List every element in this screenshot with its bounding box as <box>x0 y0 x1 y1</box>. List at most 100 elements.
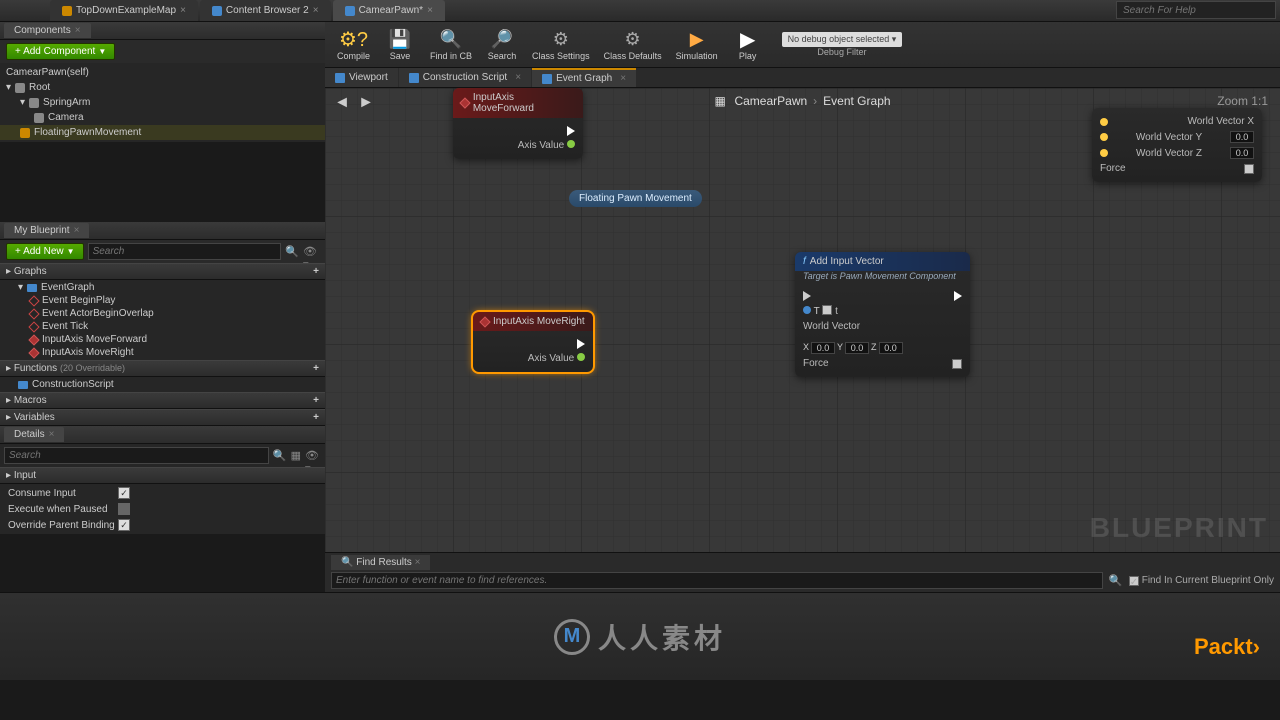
footer: M 人人素材 Packt› <box>0 592 1280 680</box>
event-tick[interactable]: Event Tick <box>0 320 325 333</box>
checkbox[interactable]: ✓ <box>118 519 130 531</box>
variables-header[interactable]: ▸ Variables+ <box>0 409 325 426</box>
event-moveright[interactable]: InputAxis MoveRight <box>0 346 325 359</box>
tab-construction[interactable]: Construction Script× <box>399 68 531 87</box>
input-section-header[interactable]: ▸ Input <box>0 467 325 484</box>
nav-forward-button[interactable]: ► <box>357 94 375 112</box>
component-floatingpawn[interactable]: FloatingPawnMovement <box>0 125 325 140</box>
add-macro-button[interactable]: + <box>313 395 319 406</box>
close-icon[interactable]: × <box>313 5 319 16</box>
node-addvector-upper[interactable]: World Vector X World Vector Y World Vect… <box>1092 108 1262 182</box>
find-input[interactable] <box>331 572 1103 589</box>
checkbox[interactable] <box>118 503 130 515</box>
tab-viewport[interactable]: Viewport <box>325 68 398 87</box>
prop-consume-input: Consume Input✓ <box>0 485 325 501</box>
node-floating-pawn-ref[interactable]: Floating Pawn Movement <box>569 190 702 207</box>
close-icon[interactable]: × <box>74 225 80 236</box>
search-icon[interactable]: 🔍 <box>273 449 287 463</box>
checkbox[interactable] <box>952 359 962 369</box>
add-function-button[interactable]: + <box>313 363 319 374</box>
checkbox[interactable]: ✓ <box>118 487 130 499</box>
compile-button[interactable]: ⚙?Compile <box>331 24 376 65</box>
search-icon[interactable]: 🔍 <box>1109 574 1123 588</box>
myblueprint-search[interactable] <box>88 243 281 260</box>
vector-pin[interactable] <box>1100 133 1108 141</box>
graph-icon <box>27 284 37 292</box>
play-button[interactable]: ▶Play <box>726 24 770 65</box>
find-scope-toggle[interactable]: ✓Find In Current Blueprint Only <box>1129 575 1274 586</box>
prop-execute-paused: Execute when Paused <box>0 501 325 517</box>
target-pin[interactable] <box>803 306 811 314</box>
exec-pin-in[interactable] <box>803 291 811 301</box>
add-component-button[interactable]: + Add Component▼ <box>6 43 115 60</box>
graph-eventgraph[interactable]: ▾EventGraph <box>0 281 325 294</box>
visibility-icon[interactable]: 👁▾ <box>305 449 321 463</box>
close-icon[interactable]: × <box>49 429 55 440</box>
tab-blueprint[interactable]: CamearPawn*× <box>333 0 445 21</box>
nav-back-button[interactable]: ◄ <box>333 94 351 112</box>
vector-pin[interactable] <box>1100 149 1108 157</box>
debug-filter[interactable]: No debug object selected ▾ Debug Filter <box>782 24 903 65</box>
y-input[interactable] <box>845 342 869 354</box>
close-icon[interactable]: × <box>75 25 81 36</box>
checkbox[interactable] <box>1244 164 1254 174</box>
add-variable-button[interactable]: + <box>313 412 319 423</box>
macros-header[interactable]: ▸ Macros+ <box>0 392 325 409</box>
component-springarm[interactable]: ▾SpringArm <box>0 95 325 110</box>
component-camera[interactable]: Camera <box>0 110 325 125</box>
float-pin[interactable] <box>567 140 575 148</box>
component-self[interactable]: CamearPawn(self) <box>0 65 325 80</box>
value-input[interactable] <box>1230 147 1254 159</box>
class-settings-button[interactable]: ⚙Class Settings <box>526 24 596 65</box>
function-construction[interactable]: ConstructionScript <box>0 378 325 391</box>
chevron-down-icon: ▼ <box>67 247 75 256</box>
functions-header[interactable]: ▸ Functions (20 Overridable)+ <box>0 360 325 377</box>
details-search[interactable] <box>4 447 269 464</box>
tab-map[interactable]: TopDownExampleMap× <box>50 0 198 21</box>
close-icon[interactable]: × <box>427 5 433 16</box>
search-button[interactable]: 🔎Search <box>480 24 524 65</box>
event-icon <box>28 334 39 345</box>
tab-eventgraph[interactable]: Event Graph× <box>532 68 636 87</box>
exec-pin[interactable] <box>567 126 575 136</box>
event-icon <box>459 97 470 108</box>
node-add-input-vector[interactable]: fAdd Input Vector Target is Pawn Movemen… <box>795 252 970 377</box>
add-graph-button[interactable]: + <box>313 266 319 277</box>
exec-pin[interactable] <box>577 339 585 349</box>
exec-pin-out[interactable] <box>954 291 962 301</box>
close-icon[interactable]: × <box>180 5 186 16</box>
find-results-tab[interactable]: 🔍 Find Results × <box>331 555 430 570</box>
camera-icon <box>34 113 44 123</box>
event-overlap[interactable]: Event ActorBeginOverlap <box>0 307 325 320</box>
float-pin[interactable] <box>577 353 585 361</box>
findcb-button[interactable]: 🔍Find in CB <box>424 24 478 65</box>
save-button[interactable]: 💾Save <box>378 24 422 65</box>
x-input[interactable] <box>811 342 835 354</box>
event-moveforward[interactable]: InputAxis MoveForward <box>0 333 325 346</box>
simulation-button[interactable]: ▶Simulation <box>670 24 724 65</box>
close-icon[interactable]: × <box>415 557 421 568</box>
class-defaults-button[interactable]: ⚙Class Defaults <box>598 24 668 65</box>
z-input[interactable] <box>879 342 903 354</box>
search-help-input[interactable] <box>1116 1 1276 19</box>
breadcrumb[interactable]: ▦ CamearPawn › Event Graph <box>714 94 890 108</box>
gear-icon: ⚙ <box>550 28 572 50</box>
tab-content-browser[interactable]: Content Browser 2× <box>200 0 331 21</box>
save-icon: 💾 <box>389 28 411 50</box>
graphs-header[interactable]: ▸ Graphs+ <box>0 263 325 280</box>
chevron-down-icon: ▼ <box>98 47 106 56</box>
add-new-button[interactable]: + Add New▼ <box>6 243 84 260</box>
component-root[interactable]: ▾Root <box>0 80 325 95</box>
close-icon[interactable]: × <box>620 73 626 84</box>
view-options-icon[interactable]: ▦ <box>291 449 301 462</box>
value-input[interactable] <box>1230 131 1254 143</box>
graph-canvas[interactable]: ◄ ► ▦ CamearPawn › Event Graph Zoom 1:1 … <box>325 88 1280 552</box>
close-icon[interactable]: × <box>515 72 521 83</box>
vector-pin[interactable] <box>1100 118 1108 126</box>
node-moveforward[interactable]: InputAxis MoveForward Axis Value <box>453 88 583 159</box>
event-beginplay[interactable]: Event BeginPlay <box>0 294 325 307</box>
node-moveright[interactable]: InputAxis MoveRight Axis Value <box>473 312 593 372</box>
checkbox[interactable]: ✓ <box>822 305 832 315</box>
visibility-icon[interactable]: 👁▾ <box>303 245 319 259</box>
search-icon[interactable]: 🔍 <box>285 245 299 259</box>
